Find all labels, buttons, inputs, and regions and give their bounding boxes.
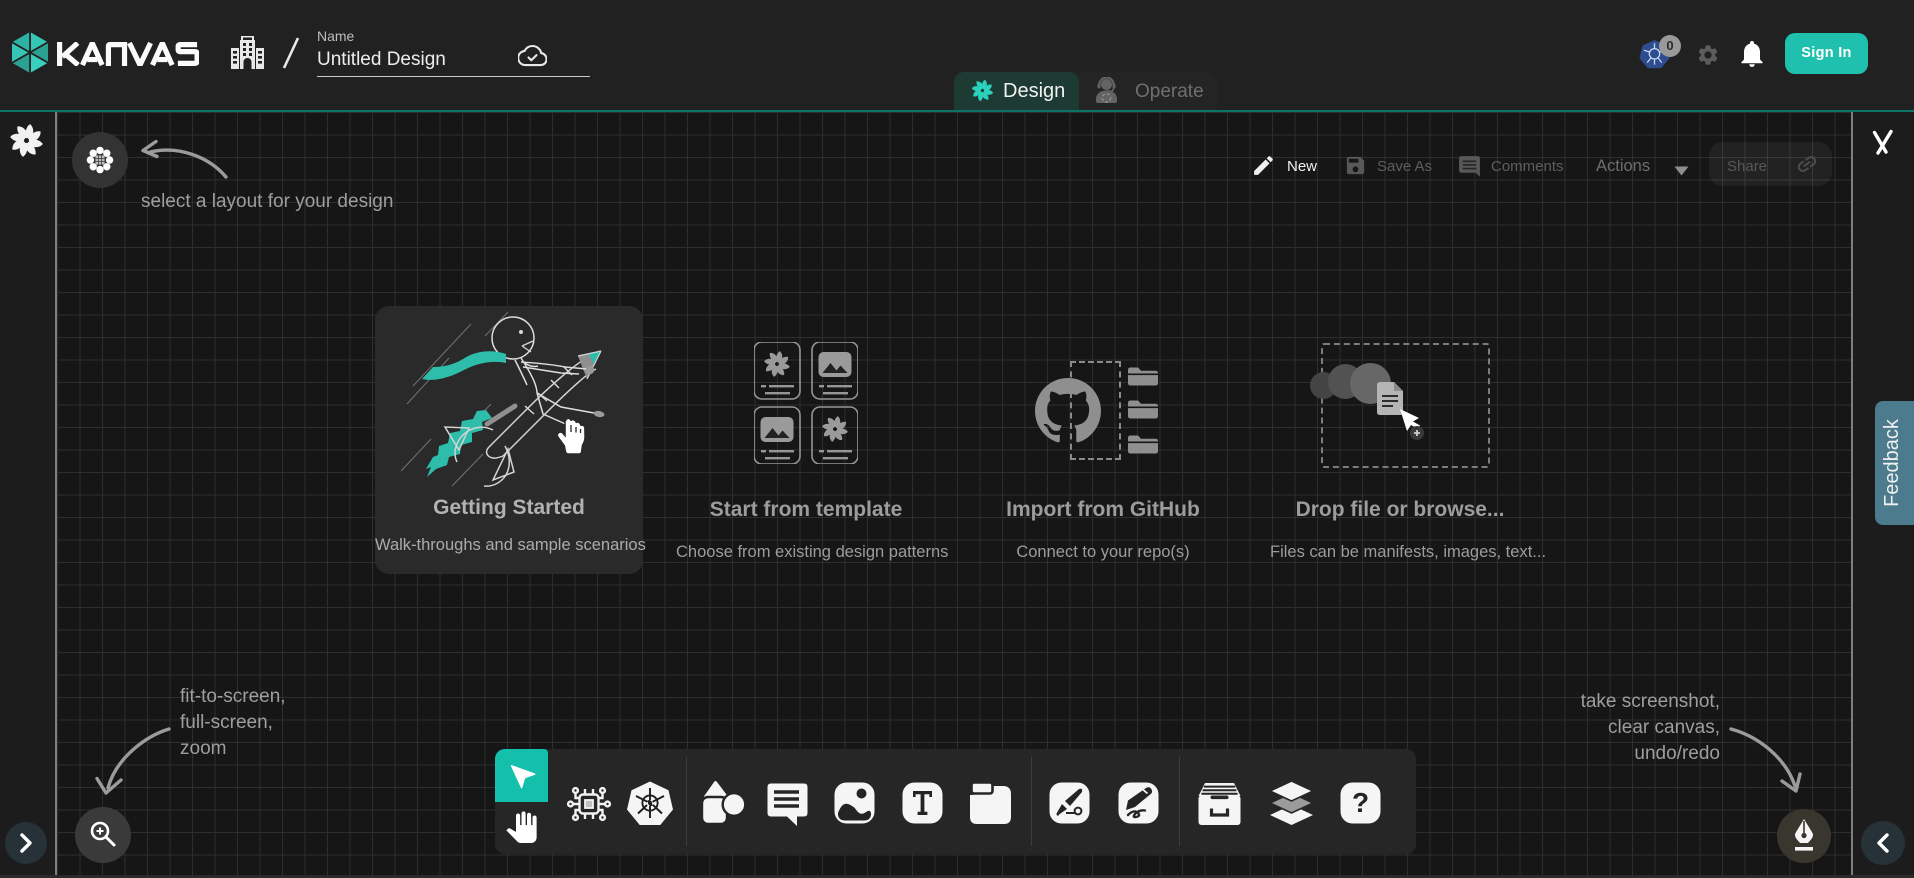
svg-text:?: ? bbox=[1352, 787, 1369, 818]
